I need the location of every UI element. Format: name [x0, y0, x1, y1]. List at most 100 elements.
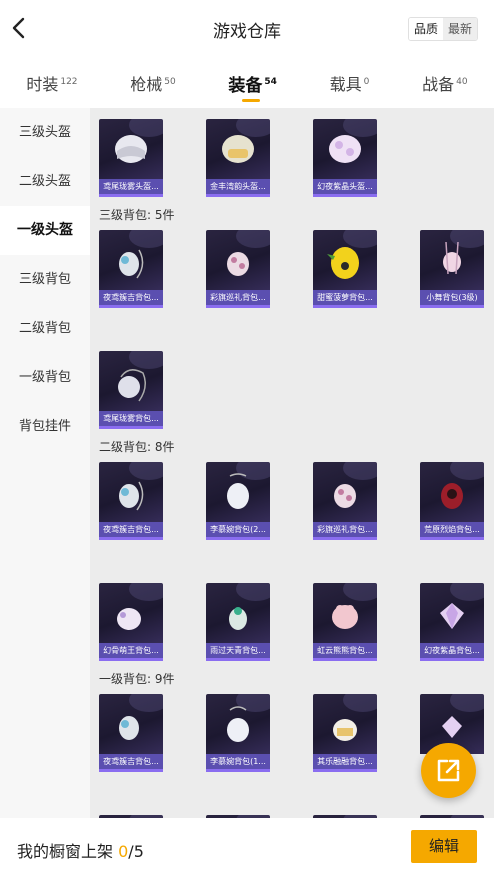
item-name: 李慕婉背包(2... — [206, 522, 270, 537]
backpack-image — [206, 230, 270, 290]
item-card[interactable]: 荒原烈焰背包... — [420, 462, 484, 540]
item-name: 幻骨萌王背包... — [99, 643, 163, 658]
category-tabs: 时装 122 枪械 50 装备 54 载具 0 战备 40 — [0, 58, 494, 108]
rarity-bar — [206, 305, 270, 308]
tab-fashion[interactable]: 时装 122 — [26, 71, 77, 95]
item-card[interactable]: 幻骨萌王背包... — [99, 583, 163, 661]
rarity-bar — [206, 194, 270, 197]
rarity-bar — [99, 658, 163, 661]
rarity-bar — [313, 305, 377, 308]
item-name: 金丰湾韵头盔... — [206, 179, 270, 194]
backpack-image — [420, 462, 484, 522]
item-card[interactable]: 夜鸢簇吉背包... — [99, 230, 163, 308]
backpack-image — [420, 583, 484, 643]
item-card[interactable]: 幻夜紫晶头盔... — [313, 119, 377, 197]
share-fab-button[interactable] — [421, 743, 476, 798]
helmet-image — [206, 119, 270, 179]
backpack-image — [99, 583, 163, 643]
item-name: 甜蜜菠萝背包... — [313, 290, 377, 305]
item-name: 夜鸢簇吉背包... — [99, 522, 163, 537]
item-card[interactable]: 夜鸢簇吉背包... — [99, 462, 163, 540]
item-card[interactable]: 彩旗巡礼背包... — [313, 462, 377, 540]
item-name: 荒原烈焰背包... — [420, 522, 484, 537]
backpack-image — [99, 230, 163, 290]
item-card[interactable]: 虹云熊熊背包... — [313, 583, 377, 661]
external-link-icon — [437, 759, 460, 782]
sort-toggle: 品质 最新 — [407, 17, 478, 41]
helmet-image — [99, 119, 163, 179]
showcase-status: 我的橱窗上架 0/5 — [17, 838, 144, 862]
sidebar-item-level2-helmet[interactable]: 二级头盔 — [0, 157, 90, 206]
tab-label: 枪械 — [130, 75, 163, 94]
tab-count: 40 — [456, 76, 468, 87]
backpack-image — [206, 462, 270, 522]
item-card[interactable]: 李慕婉背包(1... — [206, 694, 270, 772]
tab-weapons[interactable]: 枪械 50 — [130, 71, 175, 95]
item-card[interactable]: 雨过天青背包... — [206, 583, 270, 661]
item-name: 小舞背包(3级) — [420, 290, 484, 305]
backpack-image — [206, 583, 270, 643]
item-card[interactable]: 彩旗巡礼背包... — [206, 230, 270, 308]
section-title: 三级背包: 5件 — [99, 208, 175, 222]
sidebar-item-backpack-charm[interactable]: 背包挂件 — [0, 402, 90, 451]
item-card[interactable]: 金丰湾韵头盔... — [206, 119, 270, 197]
section-title: 一级背包: 9件 — [99, 672, 175, 686]
item-name: 幻夜紫晶背包... — [420, 643, 484, 658]
rarity-bar — [99, 194, 163, 197]
rarity-bar — [420, 658, 484, 661]
backpack-image — [99, 351, 163, 411]
item-name: 其乐融融背包... — [313, 754, 377, 769]
item-name: 彩旗巡礼背包... — [206, 290, 270, 305]
sort-quality-button[interactable]: 品质 — [408, 18, 444, 40]
item-card[interactable]: 李慕婉背包(2... — [206, 462, 270, 540]
backpack-image — [420, 230, 484, 290]
item-card[interactable]: 鸢尾珑雾头盔... — [99, 119, 163, 197]
backpack-image — [313, 694, 377, 754]
rarity-bar — [420, 305, 484, 308]
sidebar-item-level1-helmet[interactable]: 一级头盔 — [0, 206, 90, 255]
backpack-image — [313, 462, 377, 522]
backpack-image — [99, 462, 163, 522]
showcase-total-count: /5 — [128, 842, 144, 861]
item-card[interactable]: 夜鸢簇吉背包... — [99, 694, 163, 772]
item-name: 夜鸢簇吉背包... — [99, 754, 163, 769]
rarity-bar — [313, 769, 377, 772]
backpack-image — [313, 583, 377, 643]
showcase-bar: 我的橱窗上架 0/5 编辑 — [0, 818, 494, 875]
sidebar-item-level3-backpack[interactable]: 三级背包 — [0, 255, 90, 304]
item-name: 李慕婉背包(1... — [206, 754, 270, 769]
item-name: 幻夜紫晶头盔... — [313, 179, 377, 194]
item-card[interactable]: 幻夜紫晶背包... — [420, 583, 484, 661]
backpack-image — [313, 230, 377, 290]
tab-equipment[interactable]: 装备 54 — [228, 71, 277, 102]
rarity-bar — [99, 537, 163, 540]
edit-button[interactable]: 编辑 — [411, 830, 477, 863]
tab-supplies[interactable]: 战备 40 — [422, 71, 467, 95]
item-card[interactable]: 鸢尾珑雾背包... — [99, 351, 163, 429]
sidebar-item-level1-backpack[interactable]: 一级背包 — [0, 353, 90, 402]
item-card[interactable]: 甜蜜菠萝背包... — [313, 230, 377, 308]
sort-latest-button[interactable]: 最新 — [442, 18, 477, 40]
rarity-bar — [99, 426, 163, 429]
item-name: 虹云熊熊背包... — [313, 643, 377, 658]
item-name: 鸢尾珑雾背包... — [99, 411, 163, 426]
tab-label: 时装 — [26, 75, 59, 94]
section-title: 二级背包: 8件 — [99, 440, 175, 454]
item-name: 雨过天青背包... — [206, 643, 270, 658]
tab-label: 战备 — [422, 75, 455, 94]
item-name: 彩旗巡礼背包... — [313, 522, 377, 537]
sidebar-item-level3-helmet[interactable]: 三级头盔 — [0, 108, 90, 157]
rarity-bar — [206, 769, 270, 772]
sidebar-item-level2-backpack[interactable]: 二级背包 — [0, 304, 90, 353]
item-card[interactable]: 其乐融融背包... — [313, 694, 377, 772]
rarity-bar — [313, 537, 377, 540]
tab-vehicles[interactable]: 载具 0 — [330, 71, 370, 95]
item-card[interactable]: 小舞背包(3级) — [420, 230, 484, 308]
item-grid: 鸢尾珑雾头盔... 金丰湾韵头盔... 幻夜紫晶头盔... 三级背包: 5件 夜… — [90, 108, 494, 818]
helmet-image — [313, 119, 377, 179]
showcase-current-count: 0 — [118, 842, 129, 861]
rarity-bar — [313, 194, 377, 197]
tab-count: 54 — [264, 77, 277, 88]
rarity-bar — [420, 537, 484, 540]
rarity-bar — [99, 305, 163, 308]
